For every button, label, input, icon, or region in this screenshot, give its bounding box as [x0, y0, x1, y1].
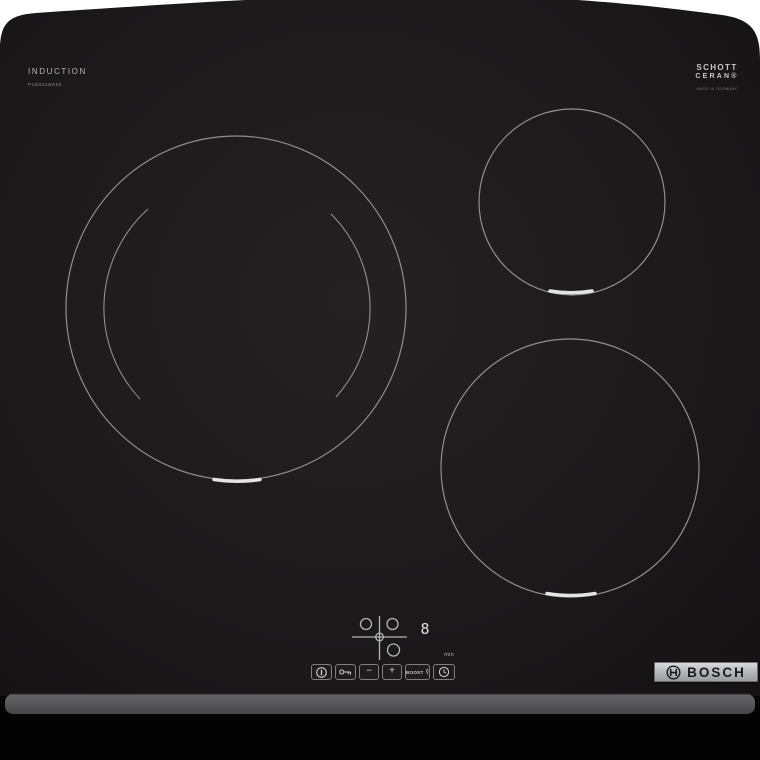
schott-logo-subtext: MADE IN GERMANY [696, 87, 738, 91]
clock-icon [438, 666, 450, 678]
pan-mark-large [212, 477, 262, 483]
schott-logo-line2: CERAN® [695, 73, 739, 80]
bosch-wordmark: BOSCH [687, 664, 746, 680]
model-number: PUE631BB5E [28, 82, 63, 87]
power-level-display: 8 [420, 620, 430, 638]
touch-control-strip: − + boost [311, 664, 455, 680]
plus-glyph: + [389, 665, 395, 677]
glass-surface [0, 0, 760, 722]
pan-mark-small [548, 289, 594, 295]
bosch-badge: BOSCH [654, 662, 758, 682]
key-icon [339, 669, 351, 675]
child-lock-button[interactable] [335, 664, 356, 680]
minus-glyph: − [366, 665, 372, 677]
induction-label: INDUCTION [28, 67, 87, 76]
product-label: INDUCTION PUE631BB5E [28, 67, 87, 87]
cooktop-product-image: INDUCTION PUE631BB5E SCHOTT CERAN® MADE … [0, 0, 760, 760]
cooktop-graphic [0, 0, 760, 760]
plus-button[interactable]: + [382, 664, 402, 680]
bosch-logo-icon [666, 664, 681, 680]
boost-label: boost [406, 669, 424, 675]
timer-min-label: min [444, 652, 454, 658]
minus-button[interactable]: − [359, 664, 379, 680]
schott-logo-line1: SCHOTT [696, 63, 738, 72]
boost-rocket-icon [425, 668, 428, 675]
power-button[interactable] [311, 664, 332, 680]
boost-button[interactable]: boost [405, 664, 430, 680]
glass-brand-mark: SCHOTT CERAN® MADE IN GERMANY [688, 63, 746, 91]
power-icon [316, 666, 327, 678]
timer-button[interactable] [433, 664, 455, 680]
front-trim [5, 694, 755, 714]
pan-mark-medium [545, 591, 597, 598]
